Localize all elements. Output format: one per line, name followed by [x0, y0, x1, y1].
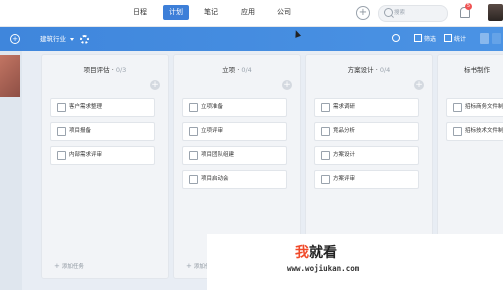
task-card[interactable]: 客户需求整理	[50, 98, 155, 117]
checkbox[interactable]	[453, 103, 462, 112]
chevron-down-icon[interactable]	[70, 38, 74, 41]
checkbox[interactable]	[321, 175, 330, 184]
column-count: 0/4	[241, 66, 252, 74]
checkbox[interactable]	[453, 127, 462, 136]
side-image	[0, 55, 20, 97]
checkbox[interactable]	[189, 103, 198, 112]
column-count: 0/4	[379, 66, 391, 74]
chart-icon	[444, 34, 452, 42]
task-card[interactable]: 竞品分析	[314, 122, 419, 141]
task-label: 项目启动会	[201, 176, 229, 182]
checkbox[interactable]	[189, 127, 198, 136]
checkbox[interactable]	[189, 175, 198, 184]
task-label: 方案评审	[333, 176, 356, 182]
tab-plan[interactable]: 计划	[163, 5, 189, 20]
search-icon	[384, 8, 393, 17]
notification-badge: 5	[465, 3, 472, 10]
task-card[interactable]: 立项准备	[182, 98, 287, 117]
add-card-button[interactable]: +	[150, 80, 160, 90]
search-placeholder: 搜索	[394, 10, 406, 16]
checkbox[interactable]	[321, 151, 330, 160]
task-card[interactable]: 方案评审	[314, 170, 419, 189]
column-title: 立项 · 0/4	[222, 66, 252, 74]
tab-apps[interactable]: 应用	[235, 5, 261, 20]
watermark-logo-accent: 我	[295, 245, 309, 261]
add-task-label: 添加任务	[61, 264, 84, 270]
watermark-logo: 我就看	[295, 244, 337, 262]
task-label: 立项准备	[201, 104, 224, 110]
members-button[interactable]	[392, 34, 402, 45]
task-label: 客户需求整理	[69, 104, 103, 110]
task-label: 招标商务文件制	[465, 104, 503, 110]
task-card[interactable]: 招标技术文件制	[446, 122, 503, 141]
search-input[interactable]: 搜索	[378, 5, 448, 22]
task-card[interactable]: 需求调研	[314, 98, 419, 117]
task-card[interactable]: 项目报备	[50, 122, 155, 141]
task-card[interactable]: 项目启动会	[182, 170, 287, 189]
checkbox[interactable]	[57, 103, 66, 112]
tab-notes[interactable]: 笔记	[198, 5, 224, 20]
column-count: 0/3	[115, 66, 127, 74]
task-label: 方案设计	[333, 152, 356, 158]
checkbox[interactable]	[189, 151, 198, 160]
watermark-url: www.wojiukan.com	[287, 264, 360, 273]
task-card[interactable]: 项目团队组建	[182, 146, 287, 165]
filter-button[interactable]: 筛选	[414, 34, 436, 45]
filter-label: 筛选	[424, 36, 437, 43]
column-title: 方案设计 · 0/4	[347, 66, 391, 74]
column-project-evaluation: 项目评估 · 0/3 + 客户需求整理 项目报备 内部需求评审 + 添加任务	[41, 54, 169, 279]
task-card[interactable]: 方案设计	[314, 146, 419, 165]
checkbox[interactable]	[321, 127, 330, 136]
board-view-button[interactable]	[480, 33, 489, 44]
column-title: 标书制作	[464, 64, 503, 74]
add-card-button[interactable]: +	[414, 80, 424, 90]
add-card-button[interactable]: +	[282, 80, 292, 90]
task-label: 立项评审	[201, 128, 224, 134]
filter-icon	[414, 34, 422, 42]
add-project-icon[interactable]: +	[10, 34, 20, 44]
watermark-overlay: 我就看 www.wojiukan.com	[207, 234, 503, 290]
avatar[interactable]	[488, 4, 503, 21]
add-icon[interactable]: +	[356, 6, 370, 20]
add-task-link[interactable]: + 添加任务	[54, 262, 84, 270]
gear-icon[interactable]	[80, 35, 89, 44]
watermark-logo-text: 就看	[309, 245, 337, 261]
checkbox[interactable]	[57, 127, 66, 136]
task-label: 内部需求评审	[69, 152, 103, 158]
task-label: 项目团队组建	[201, 152, 235, 158]
list-view-button[interactable]	[492, 33, 501, 44]
stats-label: 统计	[454, 36, 467, 43]
task-card[interactable]: 招标商务文件制	[446, 98, 503, 117]
column-name: 方案设计	[347, 66, 374, 74]
board-toolbar: + 建筑行业 筛选 统计	[0, 27, 503, 51]
project-selector[interactable]: 建筑行业	[40, 34, 66, 44]
task-label: 竞品分析	[333, 128, 356, 134]
tab-schedule[interactable]: 日程	[127, 5, 153, 20]
top-navigation-bar: 日程 计划 笔记 应用 公司 + 搜索 5	[0, 0, 503, 27]
task-label: 招标技术文件制	[465, 128, 503, 134]
column-name: 项目评估	[83, 66, 110, 74]
task-label: 需求调研	[333, 104, 356, 110]
user-icon	[392, 34, 400, 42]
checkbox[interactable]	[321, 103, 330, 112]
column-name: 立项	[222, 66, 236, 74]
stats-button[interactable]: 统计	[444, 34, 466, 45]
task-card[interactable]: 内部需求评审	[50, 146, 155, 165]
task-label: 项目报备	[69, 128, 92, 134]
task-card[interactable]: 立项评审	[182, 122, 287, 141]
tab-company[interactable]: 公司	[271, 5, 297, 20]
column-title: 项目评估 · 0/3	[83, 66, 127, 74]
plus-icon: +	[54, 262, 60, 270]
checkbox[interactable]	[57, 151, 66, 160]
column-name: 标书制作	[464, 66, 490, 74]
plus-icon: +	[186, 262, 192, 270]
